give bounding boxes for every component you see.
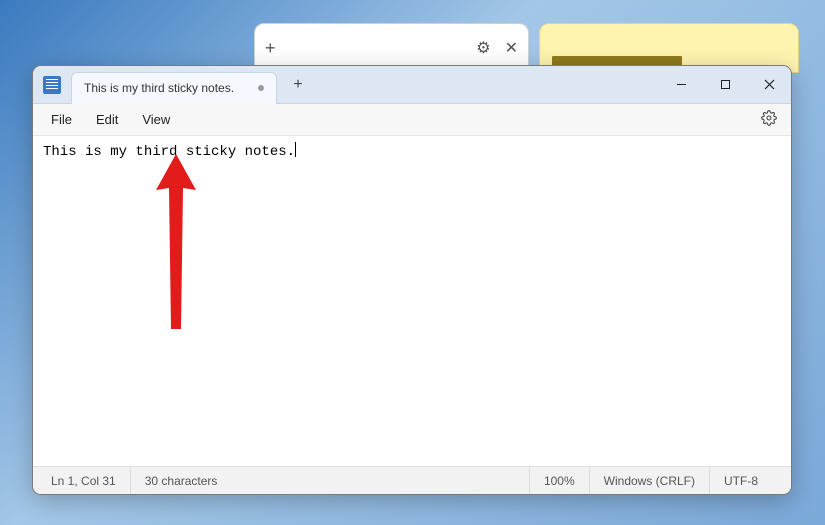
document-text: This is my third sticky notes. [43,144,295,160]
menu-file[interactable]: File [41,108,82,131]
gear-icon[interactable]: ⚙ [476,38,490,58]
new-tab-button[interactable]: + [283,70,313,100]
text-editor-area[interactable]: This is my third sticky notes. [33,136,791,466]
status-line-endings[interactable]: Windows (CRLF) [589,467,709,494]
maximize-button[interactable] [703,66,747,103]
status-zoom[interactable]: 100% [529,467,589,494]
status-position: Ln 1, Col 31 [33,467,130,494]
plus-icon[interactable]: + [265,38,276,59]
tab-title: This is my third sticky notes. [84,81,234,95]
unsaved-indicator-icon [258,85,264,91]
menu-view[interactable]: View [132,108,180,131]
document-tab[interactable]: This is my third sticky notes. [71,72,277,104]
menu-edit[interactable]: Edit [86,108,128,131]
status-char-count: 30 characters [130,467,232,494]
titlebar[interactable]: This is my third sticky notes. + [33,66,791,104]
status-encoding[interactable]: UTF-8 [709,467,791,494]
notepad-app-icon [43,76,61,94]
settings-button[interactable] [755,106,783,133]
close-button[interactable] [747,66,791,103]
menubar: File Edit View [33,104,791,136]
statusbar: Ln 1, Col 31 30 characters 100% Windows … [33,466,791,494]
notepad-window: This is my third sticky notes. + File Ed… [32,65,792,495]
text-caret [295,142,296,157]
close-icon[interactable]: ✕ [505,38,518,58]
minimize-button[interactable] [659,66,703,103]
